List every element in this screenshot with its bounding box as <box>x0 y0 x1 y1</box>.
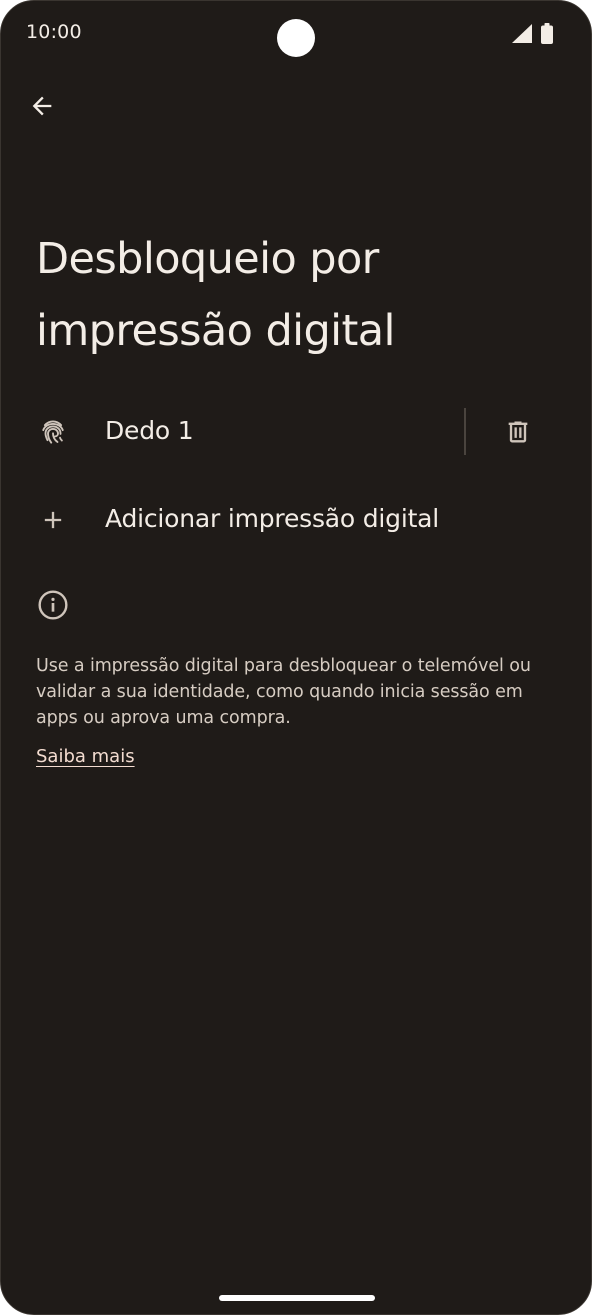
fingerprint-label: Dedo 1 <box>105 416 194 445</box>
delete-fingerprint-button[interactable] <box>497 411 539 453</box>
learn-more-link[interactable]: Saiba mais <box>36 746 135 767</box>
battery-icon <box>541 23 553 44</box>
signal-icon <box>512 24 532 43</box>
add-fingerprint-button[interactable]: Adicionar impressão digital <box>1 489 591 551</box>
fingerprint-icon <box>37 416 69 448</box>
camera-cutout <box>277 19 315 57</box>
plus-icon <box>37 504 69 536</box>
add-fingerprint-label: Adicionar impressão digital <box>105 504 440 533</box>
info-icon <box>38 590 68 620</box>
back-button[interactable] <box>21 85 63 127</box>
phone-screen: 10:00 Desbloqueio por impressão digital … <box>0 0 592 1315</box>
trash-icon <box>508 421 528 443</box>
home-indicator[interactable] <box>219 1295 375 1301</box>
info-description: Use a impressão digital para desbloquear… <box>36 656 531 728</box>
status-time: 10:00 <box>26 21 82 43</box>
arrow-back-icon <box>32 96 52 116</box>
row-divider <box>464 408 466 455</box>
page-title: Desbloqueio por impressão digital <box>36 234 395 356</box>
